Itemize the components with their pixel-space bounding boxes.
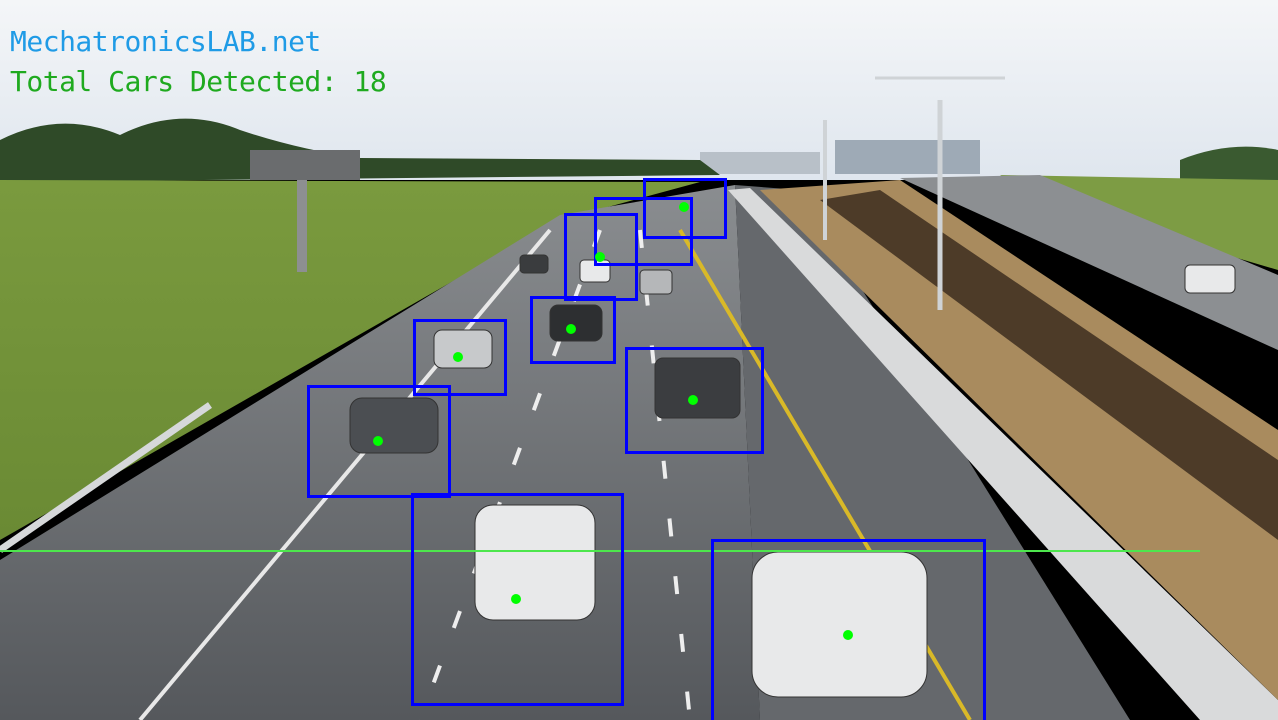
centroid-dot — [566, 324, 576, 334]
car-far — [639, 269, 673, 295]
car-count-label: Total Cars Detected: 18 — [10, 65, 387, 98]
car-far — [1184, 264, 1236, 294]
centroid-dot — [511, 594, 521, 604]
building — [835, 140, 980, 174]
car-far — [519, 254, 549, 274]
building — [700, 152, 820, 174]
billboard — [250, 150, 360, 180]
video-frame: MechatronicsLAB.net Total Cars Detected:… — [0, 0, 1278, 720]
centroid-dot — [679, 202, 689, 212]
centroid-dot — [373, 436, 383, 446]
centroid-dot — [453, 352, 463, 362]
centroid-dot — [688, 395, 698, 405]
centroid-dot — [843, 630, 853, 640]
centroid-dot — [595, 252, 605, 262]
brand-watermark: MechatronicsLAB.net — [10, 25, 321, 58]
